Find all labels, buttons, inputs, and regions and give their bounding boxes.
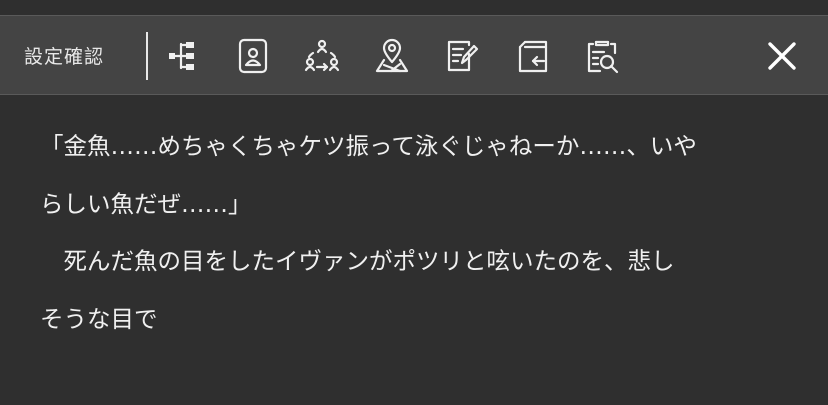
contact-card-icon[interactable] — [231, 34, 275, 78]
document-search-icon[interactable] — [580, 34, 624, 78]
import-into-box-icon[interactable] — [511, 34, 555, 78]
text-line: そうな目で — [40, 304, 158, 333]
text-line: らしい魚だぜ……」 — [40, 189, 252, 218]
toolbar: 設定確認 — [0, 15, 828, 95]
text-body: 「金魚……めちゃくちゃケツ振って泳ぐじゃねーか……、いや らしい魚だぜ……」 死… — [40, 118, 800, 348]
text-line: 死んだ魚の目をしたイヴァンがポツリと呟いたのを、悲し — [40, 247, 675, 275]
close-icon[interactable] — [762, 36, 802, 76]
text-line: 「金魚……めちゃくちゃケツ振って泳ぐじゃねーか……、いや — [40, 132, 697, 160]
tree-structure-icon[interactable] — [160, 34, 204, 78]
screen: 設定確認 「金魚……めちゃくちゃケツ振って泳ぐじゃねーか……、いや らしい魚だぜ… — [0, 0, 828, 405]
toolbar-separator — [146, 32, 148, 80]
map-pin-icon[interactable] — [370, 34, 414, 78]
people-relations-icon[interactable] — [300, 34, 344, 78]
page-title: 設定確認 — [24, 46, 105, 68]
edit-note-icon[interactable] — [440, 34, 484, 78]
